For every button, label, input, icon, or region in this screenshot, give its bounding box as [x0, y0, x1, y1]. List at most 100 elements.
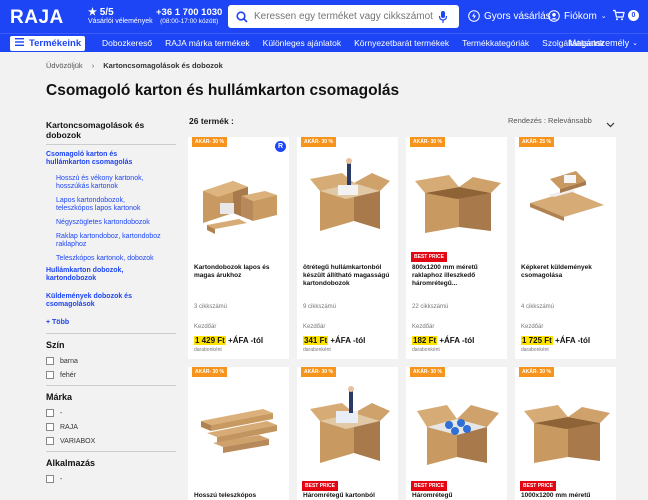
breadcrumb-home[interactable]: Üdvözöljük	[46, 61, 83, 70]
price-unit: darabonként	[194, 347, 222, 353]
filter-brand-variabox[interactable]: VARIABOX	[46, 437, 176, 445]
product-image[interactable]	[520, 151, 611, 246]
checkbox-label: fehér	[60, 371, 76, 379]
product-card[interactable]: AKÁR- 30 % Hosszú teleszkópos	[188, 367, 289, 500]
sort-select[interactable]: Rendezés : Relevánsabb	[508, 116, 592, 125]
checkbox[interactable]	[46, 409, 54, 417]
product-image[interactable]	[411, 381, 502, 476]
sidebar-subitem[interactable]: Négyszögletes kartondobozok	[56, 219, 176, 227]
filter-brand-raja[interactable]: RAJA	[46, 423, 176, 431]
checkbox[interactable]	[46, 475, 54, 483]
product-image[interactable]	[302, 151, 393, 246]
best-price-badge: BEST PRICE	[411, 252, 448, 262]
discount-badge: AKÁR- 30 %	[192, 137, 227, 147]
nav-item-raja-brand[interactable]: RAJA márka termékek	[165, 38, 250, 48]
nav-item-special-offers[interactable]: Különleges ajánlatok	[263, 38, 341, 48]
account-menu[interactable]: Fiókom ⌄	[548, 10, 607, 22]
customer-rating[interactable]: ★ 5/5 Vásárlói vélemények	[88, 8, 153, 26]
search-icon[interactable]	[232, 7, 252, 27]
start-price-label: Kezdőár	[412, 324, 435, 330]
products-menu-button[interactable]: Termékeink	[10, 36, 85, 51]
product-card[interactable]: AKÁR- 30 % BEST PRICE Háromrétegű karton…	[297, 367, 398, 500]
filter-brand-none[interactable]: -	[46, 409, 176, 417]
rating-label: Vásárlói vélemények	[88, 18, 153, 25]
breadcrumb-current[interactable]: Kartoncsomagolások és dobozok	[103, 61, 223, 70]
checkbox-label: -	[60, 409, 63, 417]
product-name[interactable]: Háromrétegű	[412, 492, 502, 500]
sidebar-subitem[interactable]: Raklap kartondoboz, kartondoboz raklapho…	[56, 233, 161, 249]
sidebar-item-shipping[interactable]: Küldemények dobozok és csomagolások	[46, 293, 141, 309]
raja-logo[interactable]: RAJA	[10, 7, 64, 29]
product-card[interactable]: AKÁR- 30 % BEST PRICE 800x1200 mm méretű…	[406, 137, 507, 359]
hamburger-icon	[15, 38, 24, 49]
filter-application-title[interactable]: Alkalmazás	[46, 458, 176, 468]
sidebar-more-link[interactable]: + Több	[46, 319, 176, 327]
microphone-icon[interactable]	[438, 10, 452, 24]
discount-badge: AKÁR- 25 %	[519, 137, 554, 147]
product-image[interactable]	[411, 151, 502, 246]
product-card[interactable]: AKÁR- 30 % ötrétegű hullámkartonból kész…	[297, 137, 398, 359]
divider	[46, 385, 176, 386]
filter-color-brown[interactable]: barna	[46, 357, 176, 365]
product-image[interactable]	[193, 381, 284, 476]
customer-type-select[interactable]: Magánszemély ⌄	[569, 38, 638, 48]
sidebar-subitem[interactable]: Teleszkópos kartonok, dobozok	[56, 255, 176, 263]
sidebar-item-active[interactable]: Csomagoló karton és hullámkarton csomago…	[46, 151, 161, 167]
price-unit: darabonként	[412, 347, 440, 353]
product-name[interactable]: 1000x1200 mm méretű	[521, 492, 611, 500]
sidebar-subitem[interactable]: Lapos kartondobozok, teleszkópos lapos k…	[56, 197, 161, 213]
sidebar-subitem[interactable]: Hosszú és vékony kartonok, hosszúkás kar…	[56, 175, 151, 191]
product-name[interactable]: Hosszú teleszkópos	[194, 492, 284, 500]
search-input[interactable]	[254, 11, 434, 22]
discount-badge: AKÁR- 30 %	[410, 137, 445, 147]
product-card[interactable]: AKÁR- 25 % Képkeret küldemények csomagol…	[515, 137, 616, 359]
product-name[interactable]: Kartondobozok lapos és magas árukhoz	[194, 264, 284, 280]
discount-badge: AKÁR- 30 %	[301, 137, 336, 147]
product-card[interactable]: AKÁR- 30 % BEST PRICE 1000x1200 mm méret…	[515, 367, 616, 500]
product-name[interactable]: 800x1200 mm méretű raklaphoz illeszkedő …	[412, 264, 502, 288]
discount-badge: AKÁR- 30 %	[192, 367, 227, 377]
filter-application-none[interactable]: -	[46, 475, 176, 483]
quick-order-label: Gyors vásárlás	[484, 10, 551, 22]
checkbox[interactable]	[46, 423, 54, 431]
divider	[46, 451, 176, 452]
filter-brand-title[interactable]: Márka	[46, 392, 176, 402]
discount-badge: AKÁR- 30 %	[519, 367, 554, 377]
checkbox[interactable]	[46, 357, 54, 365]
product-image[interactable]	[520, 381, 611, 476]
cart-button[interactable]: 0	[612, 9, 639, 21]
lightning-icon	[468, 10, 480, 22]
product-name[interactable]: ötrétegű hullámkartonból készült állítha…	[303, 264, 393, 288]
phone-contact[interactable]: +36 1 700 1030 (08:00-17:00 között)	[156, 8, 222, 26]
price-suffix: +ÁFA -tól	[437, 336, 475, 345]
products-menu-label: Termékeink	[29, 38, 82, 49]
quick-order-link[interactable]: Gyors vásárlás	[468, 10, 551, 22]
sidebar-item-corrugated[interactable]: Hullámkarton dobozok, kartondobozok	[46, 267, 141, 283]
product-image[interactable]	[193, 151, 284, 246]
chevron-right-icon: ›	[91, 61, 95, 70]
divider	[46, 333, 176, 334]
product-name[interactable]: Háromrétegű kartonból	[303, 492, 393, 500]
price-suffix: +ÁFA -tól	[328, 336, 366, 345]
price-value: 1 725 Ft	[521, 336, 553, 345]
product-name[interactable]: Képkeret küldemények csomagolása	[521, 264, 611, 280]
product-card[interactable]: AKÁR- 30 % BEST PRICE Háromrétegű	[406, 367, 507, 500]
checkbox[interactable]	[46, 371, 54, 379]
product-image[interactable]	[302, 381, 393, 476]
discount-badge: AKÁR- 30 %	[410, 367, 445, 377]
product-price: 182 Ft +ÁFA -tól	[412, 336, 474, 345]
nav-item-categories[interactable]: Termékkategóriák	[462, 38, 529, 48]
filter-color-white[interactable]: fehér	[46, 371, 176, 379]
best-price-badge: BEST PRICE	[520, 481, 557, 491]
chevron-down-icon[interactable]	[606, 115, 615, 133]
divider	[46, 144, 176, 145]
cart-icon	[613, 9, 625, 21]
nav-item-box-finder[interactable]: Dobozkereső	[102, 38, 152, 48]
sidebar-category-title[interactable]: Kartoncsomagolások és dobozok	[46, 120, 156, 140]
top-bar: RAJA ★ 5/5 Vásárlói vélemények +36 1 700…	[0, 0, 648, 33]
nav-item-eco-products[interactable]: Környezetbarát termékek	[354, 38, 449, 48]
checkbox[interactable]	[46, 437, 54, 445]
filter-color-title[interactable]: Szín	[46, 340, 176, 350]
checkbox-label: -	[60, 475, 63, 483]
product-card[interactable]: AKÁR- 30 % R Kartondobozok lapos és maga…	[188, 137, 289, 359]
